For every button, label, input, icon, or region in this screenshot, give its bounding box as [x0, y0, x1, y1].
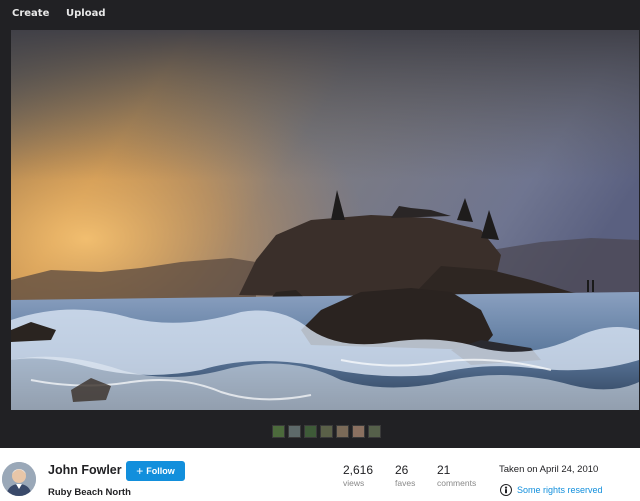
- top-nav-bar: Create Upload: [0, 0, 640, 28]
- owner-avatar[interactable]: [2, 462, 36, 496]
- faves-stat[interactable]: 26 faves: [395, 463, 415, 488]
- comments-stat[interactable]: 21 comments: [437, 463, 476, 488]
- comments-count: 21: [437, 463, 451, 477]
- faves-count: 26: [395, 463, 409, 477]
- filmstrip-thumbnail[interactable]: [352, 425, 365, 438]
- owner-name[interactable]: John Fowler: [48, 463, 122, 477]
- follow-button[interactable]: + Follow: [126, 461, 185, 481]
- filmstrip-thumbnail[interactable]: [288, 425, 301, 438]
- date-taken: Taken on April 24, 2010: [499, 464, 599, 475]
- filmstrip-thumbnail[interactable]: [272, 425, 285, 438]
- creative-commons-icon: [500, 484, 512, 496]
- license-label: Some rights reserved: [517, 485, 603, 495]
- comments-label: comments: [437, 478, 477, 488]
- views-label: views: [343, 478, 365, 488]
- follow-label: Follow: [146, 466, 175, 476]
- views-stat: 2,616 views: [343, 463, 373, 488]
- photo-filmstrip: [272, 425, 381, 439]
- license-link[interactable]: Some rights reserved: [500, 484, 603, 496]
- faves-label: faves: [395, 478, 416, 488]
- plus-icon: +: [136, 464, 144, 478]
- filmstrip-thumbnail[interactable]: [368, 425, 381, 438]
- views-count: 2,616: [343, 463, 374, 477]
- filmstrip-thumbnail[interactable]: [304, 425, 317, 438]
- filmstrip-thumbnail[interactable]: [336, 425, 349, 438]
- photo-title: Ruby Beach North: [48, 487, 131, 498]
- nav-upload-link[interactable]: Upload: [66, 8, 105, 19]
- main-photo[interactable]: [11, 30, 639, 410]
- filmstrip-thumbnail[interactable]: [320, 425, 333, 438]
- photo-viewer: [0, 28, 640, 448]
- nav-create-link[interactable]: Create: [12, 8, 49, 19]
- photo-info-bar: John Fowler + Follow Ruby Beach North 2,…: [0, 448, 640, 501]
